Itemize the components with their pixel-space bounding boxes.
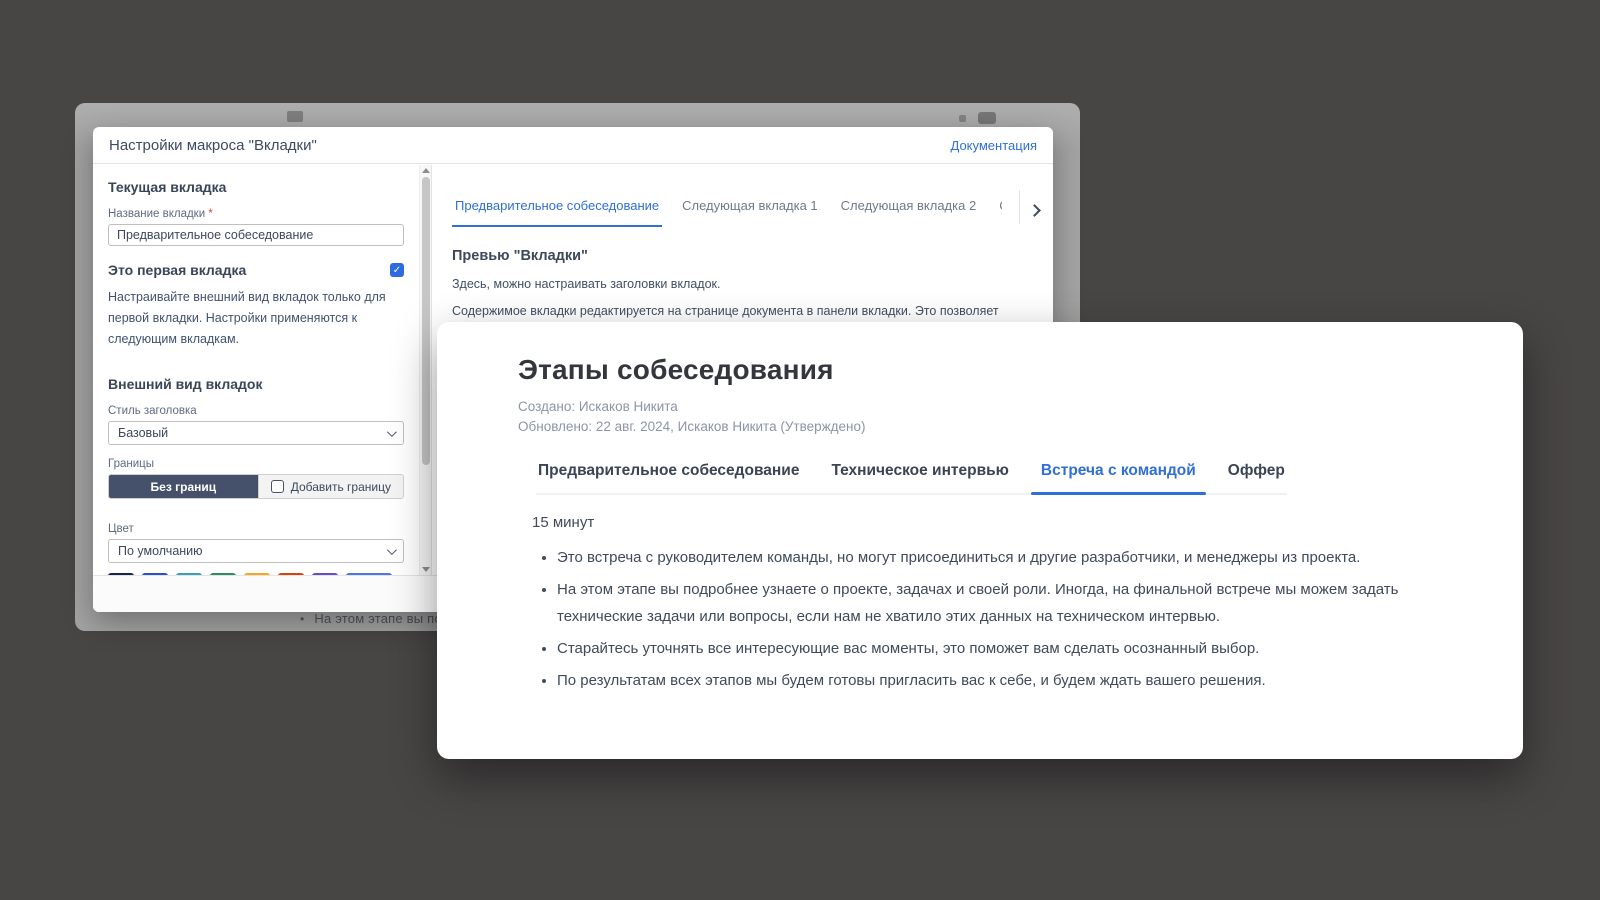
color-select-value: По умолчанию xyxy=(118,544,203,558)
first-tab-row: Это первая вкладка ✓ xyxy=(108,262,404,278)
preview-paragraph-2: Содержимое вкладки редактируется на стра… xyxy=(452,304,1037,318)
list-item: Старайтесь уточнять все интересующие вас… xyxy=(557,635,1437,662)
bullet-marker: • xyxy=(300,612,304,626)
profile-icon xyxy=(978,112,996,124)
required-asterisk: * xyxy=(208,208,212,220)
settings-form-pane: Текущая вкладка Название вкладки * Предв… xyxy=(93,165,419,575)
duration-text: 15 минут xyxy=(532,514,1467,531)
borders-add-label: Добавить границу xyxy=(291,480,391,494)
tab-team-meeting[interactable]: Встреча с командой xyxy=(1039,462,1198,493)
app-logo xyxy=(287,111,303,122)
toolbar-icon xyxy=(959,115,966,122)
tab-preliminary-interview[interactable]: Предварительное собеседование xyxy=(536,462,801,493)
chevron-down-icon xyxy=(387,545,397,555)
style-label: Стиль заголовка xyxy=(108,405,404,417)
preview-tabs: Предварительное собеседование Следующая … xyxy=(452,196,1037,227)
chevron-down-icon xyxy=(387,427,397,437)
preview-heading: Превью "Вкладки" xyxy=(452,248,1037,264)
stage-tabs: Предварительное собеседование Техническо… xyxy=(536,462,1287,495)
first-tab-checkbox[interactable]: ✓ xyxy=(390,263,404,277)
tab-technical-interview[interactable]: Техническое интервью xyxy=(829,462,1010,493)
dialog-title: Настройки макроса "Вкладки" xyxy=(109,137,317,154)
tab-name-input[interactable]: Предварительное собеседование xyxy=(108,224,404,246)
background-partial-bullet: • На этом этапе вы под xyxy=(300,611,449,626)
appearance-heading: Внешний вид вкладок xyxy=(108,376,404,392)
scroll-up-icon[interactable] xyxy=(422,168,430,173)
page-title: Этапы собеседования xyxy=(518,354,1467,386)
preview-paragraph-1: Здесь, можно настраивать заголовки вклад… xyxy=(452,277,1037,291)
color-label: Цвет xyxy=(108,523,404,535)
style-select[interactable]: Базовый xyxy=(108,421,404,445)
style-select-value: Базовый xyxy=(118,426,168,440)
add-border-checkbox[interactable] xyxy=(271,480,284,493)
borders-none-segment[interactable]: Без границ xyxy=(109,475,258,498)
first-tab-hint: Настраивайте внешний вид вкладок только … xyxy=(108,287,404,350)
page-metadata: Создано: Искаков Никита Обновлено: 22 ав… xyxy=(518,397,1467,437)
color-select[interactable]: По умолчанию xyxy=(108,539,404,563)
first-tab-label: Это первая вкладка xyxy=(108,262,246,278)
dialog-header: Настройки макроса "Вкладки" Документация xyxy=(93,127,1053,164)
preview-tab-4[interactable]: Следующ xyxy=(996,196,1002,225)
updated-line: Обновлено: 22 авг. 2024, Искаков Никита … xyxy=(518,417,1467,437)
background-partial-text: На этом этапе вы под xyxy=(314,611,449,626)
list-item: По результатам всех этапов мы будем гото… xyxy=(557,667,1437,694)
check-icon: ✓ xyxy=(393,265,401,276)
documentation-link[interactable]: Документация xyxy=(951,138,1038,153)
created-by-line: Создано: Искаков Никита xyxy=(518,397,1467,417)
list-item: Это встреча с руководителем команды, но … xyxy=(557,544,1437,571)
preview-tab-1[interactable]: Предварительное собеседование xyxy=(452,196,662,227)
preview-tab-2[interactable]: Следующая вкладка 1 xyxy=(679,196,821,225)
chevron-right-icon[interactable] xyxy=(1028,204,1041,217)
interview-stages-card: Этапы собеседования Создано: Искаков Ник… xyxy=(437,322,1523,759)
list-item: На этом этапе вы подробнее узнаете о про… xyxy=(557,576,1437,630)
scroll-down-icon[interactable] xyxy=(422,567,430,572)
current-tab-heading: Текущая вкладка xyxy=(108,179,404,195)
stage-bullet-list: Это встреча с руководителем команды, но … xyxy=(532,544,1437,694)
screen: • На этом этапе вы под Настройки макроса … xyxy=(0,0,1600,900)
borders-add-segment[interactable]: Добавить границу xyxy=(258,475,403,498)
preview-tab-3[interactable]: Следующая вкладка 2 xyxy=(838,196,980,225)
tab-overflow-control xyxy=(1019,196,1039,224)
tab-name-label: Название вкладки * xyxy=(108,208,404,220)
borders-segmented-control: Без границ Добавить границу xyxy=(108,474,404,499)
divider xyxy=(1019,190,1020,224)
form-scrollbar[interactable] xyxy=(419,165,432,575)
scrollbar-thumb[interactable] xyxy=(422,177,430,465)
borders-label: Границы xyxy=(108,458,404,470)
tab-offer[interactable]: Оффер xyxy=(1226,462,1287,493)
